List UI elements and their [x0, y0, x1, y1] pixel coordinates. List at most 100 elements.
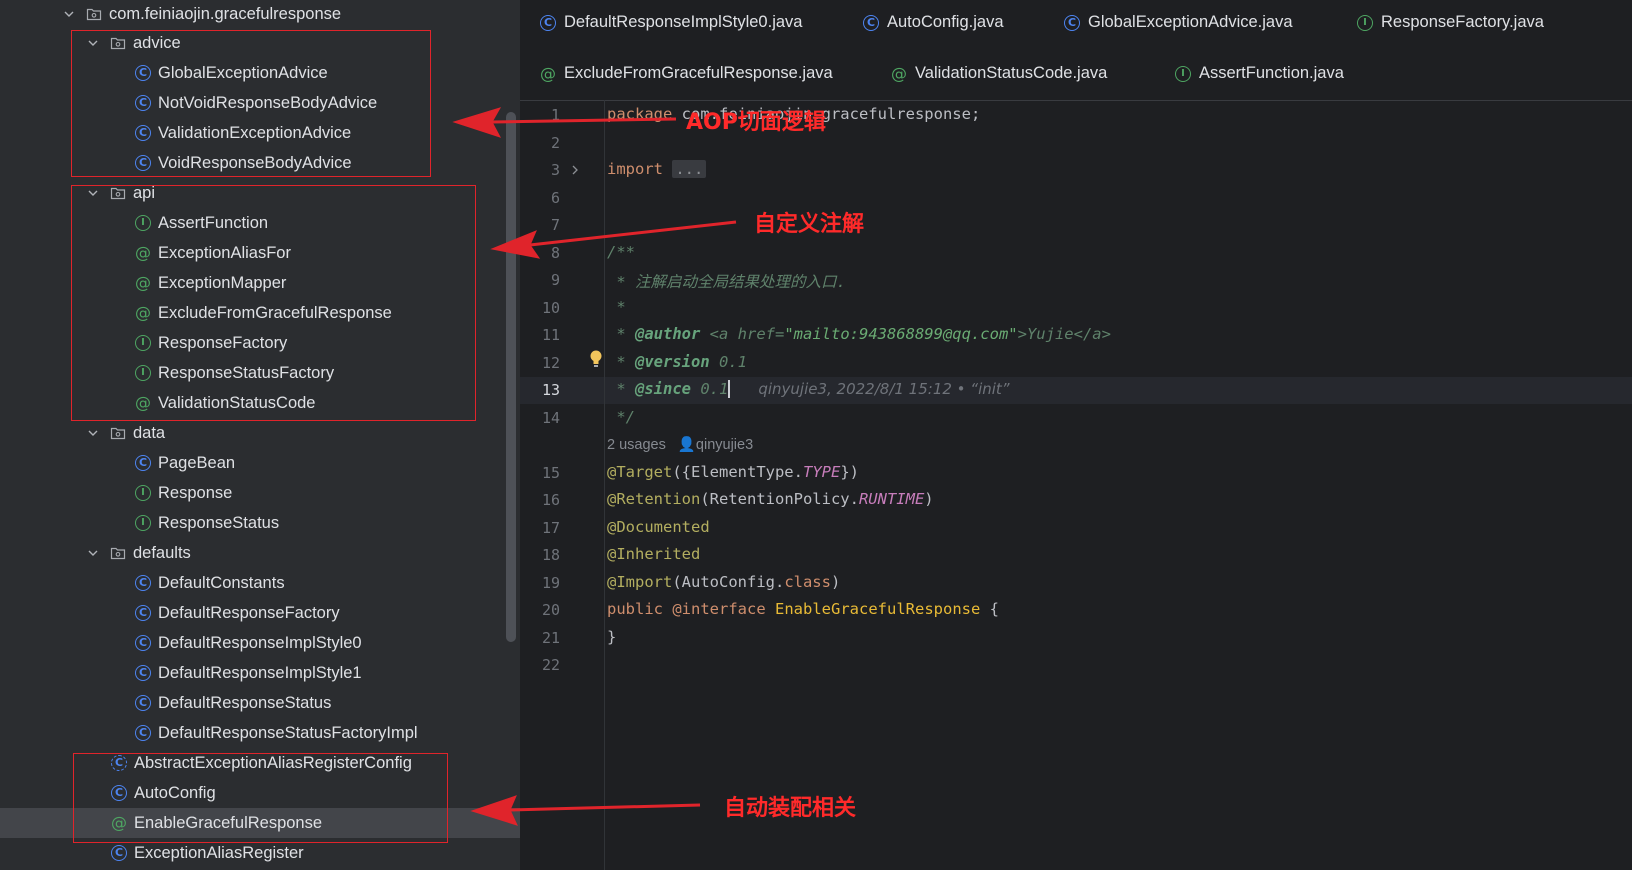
code-line-10: * — [607, 298, 626, 316]
code-line-13: * @since 0.1 qinyujie3, 2022/8/1 15:12 •… — [607, 380, 1010, 398]
line-number: 10 — [541, 299, 560, 317]
tree-package-defaults[interactable]: defaults — [0, 538, 520, 568]
line-number: 20 — [541, 601, 560, 619]
editor-tab[interactable]: I ResponseFactory.java — [1357, 13, 1544, 32]
interface-icon: I — [1357, 14, 1373, 31]
tree-label: Response — [158, 483, 233, 502]
tab-label: ExcludeFromGracefulResponse.java — [564, 64, 833, 82]
line-number: 16 — [541, 491, 560, 509]
code-line-9: * 注解启动全局结果处理的入口. — [607, 273, 846, 291]
annotation-text-custom: 自定义注解 — [754, 212, 865, 237]
annotation-box-autoconfig — [73, 753, 448, 843]
code-line-18: @Inherited — [607, 545, 701, 563]
line-number: 1 — [550, 106, 560, 124]
code-vision-hints[interactable]: 2 usages 👤qinyujie3 — [607, 436, 753, 453]
annotation-text-aop: AOP切面逻辑 — [686, 110, 826, 135]
line-number: 11 — [541, 326, 560, 344]
tree-label: PageBean — [158, 453, 236, 472]
chevron-down-icon[interactable] — [62, 7, 76, 21]
tree-file-row[interactable]: I Response — [0, 478, 520, 508]
editor-tab[interactable]: C GlobalExceptionAdvice.java — [1064, 13, 1293, 32]
tree-label: ExceptionAliasRegister — [134, 843, 304, 862]
git-blame-hint: qinyujie3, 2022/8/1 15:12 • “init” — [758, 380, 1010, 398]
author-hint: qinyujie3 — [695, 437, 754, 453]
line-number: 8 — [550, 244, 560, 262]
line-number: 14 — [541, 409, 560, 427]
tab-label: GlobalExceptionAdvice.java — [1088, 13, 1293, 31]
tree-label: data — [133, 423, 166, 442]
interface-icon: I — [1175, 65, 1191, 82]
line-number: 7 — [550, 216, 560, 234]
line-number: 22 — [541, 656, 560, 674]
line-number: 18 — [541, 546, 560, 564]
tab-label: AssertFunction.java — [1199, 64, 1344, 82]
folded-imports[interactable]: ... — [672, 160, 707, 178]
line-number: 3 — [550, 161, 560, 179]
tree-label: com.feiniaojin.gracefulresponse — [109, 4, 342, 23]
tree-file-row[interactable]: C DefaultResponseImplStyle0 — [0, 628, 520, 658]
interface-icon: I — [135, 515, 151, 531]
tree-file-row[interactable]: C DefaultResponseStatus — [0, 688, 520, 718]
line-number: 15 — [541, 464, 560, 482]
line-number: 21 — [541, 629, 560, 647]
tree-label: DefaultResponseImplStyle1 — [158, 663, 362, 682]
code-line-21: } — [607, 628, 617, 646]
class-icon: C — [135, 635, 151, 651]
tree-file-row[interactable]: I ResponseStatus — [0, 508, 520, 538]
editor-tab[interactable]: @ ExcludeFromGracefulResponse.java — [540, 64, 833, 83]
tree-package-root[interactable]: com.feiniaojin.gracefulresponse — [0, 0, 520, 29]
editor-tab-bar: C DefaultResponseImplStyle0.java C AutoCon… — [520, 0, 1632, 101]
class-icon: C — [135, 455, 151, 471]
tree-file-row[interactable]: C DefaultConstants — [0, 568, 520, 598]
chevron-down-icon[interactable] — [86, 546, 100, 560]
class-icon: C — [135, 665, 151, 681]
tree-file-row[interactable]: C DefaultResponseImplStyle1 — [0, 658, 520, 688]
chevron-down-icon[interactable] — [86, 426, 100, 440]
class-icon: C — [135, 575, 151, 591]
code-line-3: import ... — [607, 160, 707, 178]
package-folder-icon — [86, 6, 102, 22]
editor-tab[interactable]: C AutoConfig.java — [863, 13, 1004, 32]
tree-scrollbar[interactable] — [506, 112, 516, 642]
tree-label: defaults — [133, 543, 191, 562]
interface-icon: I — [135, 485, 151, 501]
code-line-16: @Retention(RetentionPolicy.RUNTIME) — [607, 490, 934, 508]
annotation-text-autoconfig: 自动装配相关 — [724, 796, 857, 821]
line-number: 6 — [550, 189, 560, 207]
annotation-box-advice — [71, 30, 431, 177]
editor-tab[interactable]: I AssertFunction.java — [1175, 64, 1344, 83]
editor-tab[interactable]: @ ValidationStatusCode.java — [891, 64, 1107, 83]
tab-label: ValidationStatusCode.java — [915, 64, 1108, 82]
lightbulb-icon[interactable] — [588, 349, 604, 374]
code-line-19: @Import(AutoConfig.class) — [607, 573, 841, 591]
tree-file-row[interactable]: C DefaultResponseFactory — [0, 598, 520, 628]
tree-file-row[interactable]: C DefaultResponseStatusFactoryImpl — [0, 718, 520, 748]
tab-label: DefaultResponseImplStyle0.java — [564, 13, 803, 31]
class-icon: C — [540, 14, 556, 31]
line-number: 12 — [541, 354, 560, 372]
tab-label: AutoConfig.java — [887, 13, 1004, 31]
annotation-box-api — [71, 185, 476, 421]
user-icon: 👤 — [677, 437, 696, 453]
text-cursor: 0.1 — [691, 380, 731, 398]
annotation-icon: @ — [891, 63, 907, 83]
code-line-12: * @version 0.1 — [607, 353, 747, 371]
code-line-17: @Documented — [607, 518, 710, 536]
tree-label: DefaultResponseStatusFactoryImpl — [158, 723, 418, 742]
tree-label: DefaultConstants — [158, 573, 285, 592]
tree-label: ResponseStatus — [158, 513, 280, 532]
class-icon: C — [135, 695, 151, 711]
tree-package-data[interactable]: data — [0, 418, 520, 448]
usages-link[interactable]: 2 usages — [607, 437, 666, 453]
class-icon: C — [111, 845, 127, 861]
fold-expand-icon[interactable] — [569, 163, 581, 181]
class-icon: C — [135, 725, 151, 741]
line-number: 13 — [541, 381, 560, 399]
class-icon: C — [863, 14, 879, 31]
tree-label: DefaultResponseFactory — [158, 603, 340, 622]
tree-label: DefaultResponseStatus — [158, 693, 332, 712]
editor-tab[interactable]: C DefaultResponseImplStyle0.java — [540, 13, 802, 32]
tree-file-row[interactable]: C PageBean — [0, 448, 520, 478]
annotation-icon: @ — [540, 63, 556, 83]
package-folder-icon — [110, 545, 126, 561]
